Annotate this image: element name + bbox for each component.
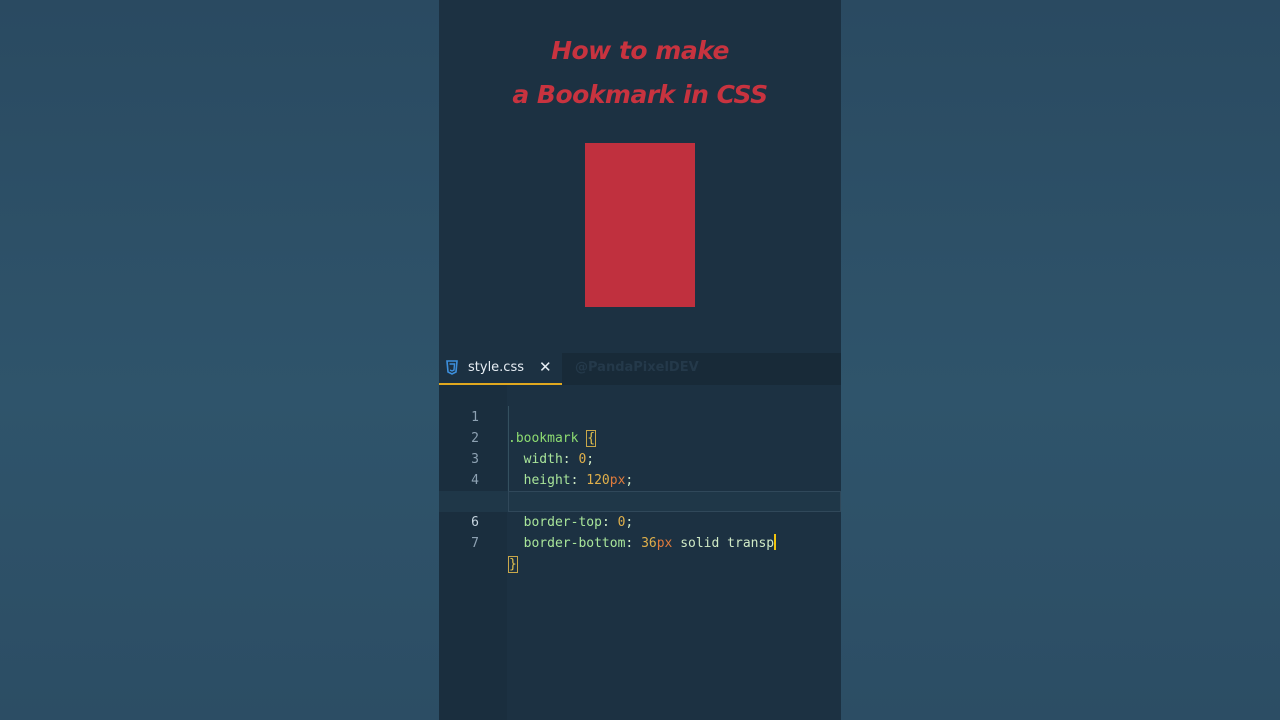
code-line: 5 border-top: 0; <box>439 470 841 530</box>
css-property: border-bottom <box>523 536 626 551</box>
close-icon[interactable]: ✕ <box>539 358 552 376</box>
left-blurred-background <box>0 0 439 720</box>
bookmark-preview <box>585 143 695 307</box>
css-value: solid transp <box>672 536 775 551</box>
tab-style-css[interactable]: style.css ✕ <box>439 353 562 385</box>
right-blurred-background <box>841 0 1280 720</box>
close-brace: } <box>508 556 518 573</box>
code-text: border-bottom: 36px solid transp <box>523 534 777 551</box>
editor-tab-bar: style.css ✕ @PandaPixelDEV <box>439 353 841 385</box>
video-title-line-2: a Bookmark in CSS <box>512 80 768 109</box>
css-unit: px <box>656 536 673 551</box>
code-line: 3 height: 120px; <box>439 428 841 488</box>
code-editor[interactable]: 1 .bookmark { 2 width: 0; 3 height: 120p… <box>439 385 841 720</box>
active-code-line: 6 border-bottom: 36px solid transp <box>439 491 841 551</box>
code-line: 2 width: 0; <box>439 407 841 467</box>
text-cursor <box>774 534 777 550</box>
code-text: } <box>508 554 518 575</box>
video-title-line-1: How to make <box>551 36 729 65</box>
video-frame: How to make a Bookmark in CSS style.css … <box>439 0 841 720</box>
css-number: 36 <box>641 536 657 551</box>
line-number: 7 <box>471 536 479 551</box>
code-line: 1 .bookmark { <box>439 386 841 447</box>
tab-filename: style.css <box>468 360 524 375</box>
channel-watermark: @PandaPixelDEV <box>575 360 699 375</box>
code-line: 7 } <box>439 512 841 573</box>
code-line: 4 border: 60px solid #ca3c3c; <box>439 449 841 509</box>
css3-icon <box>446 360 460 376</box>
